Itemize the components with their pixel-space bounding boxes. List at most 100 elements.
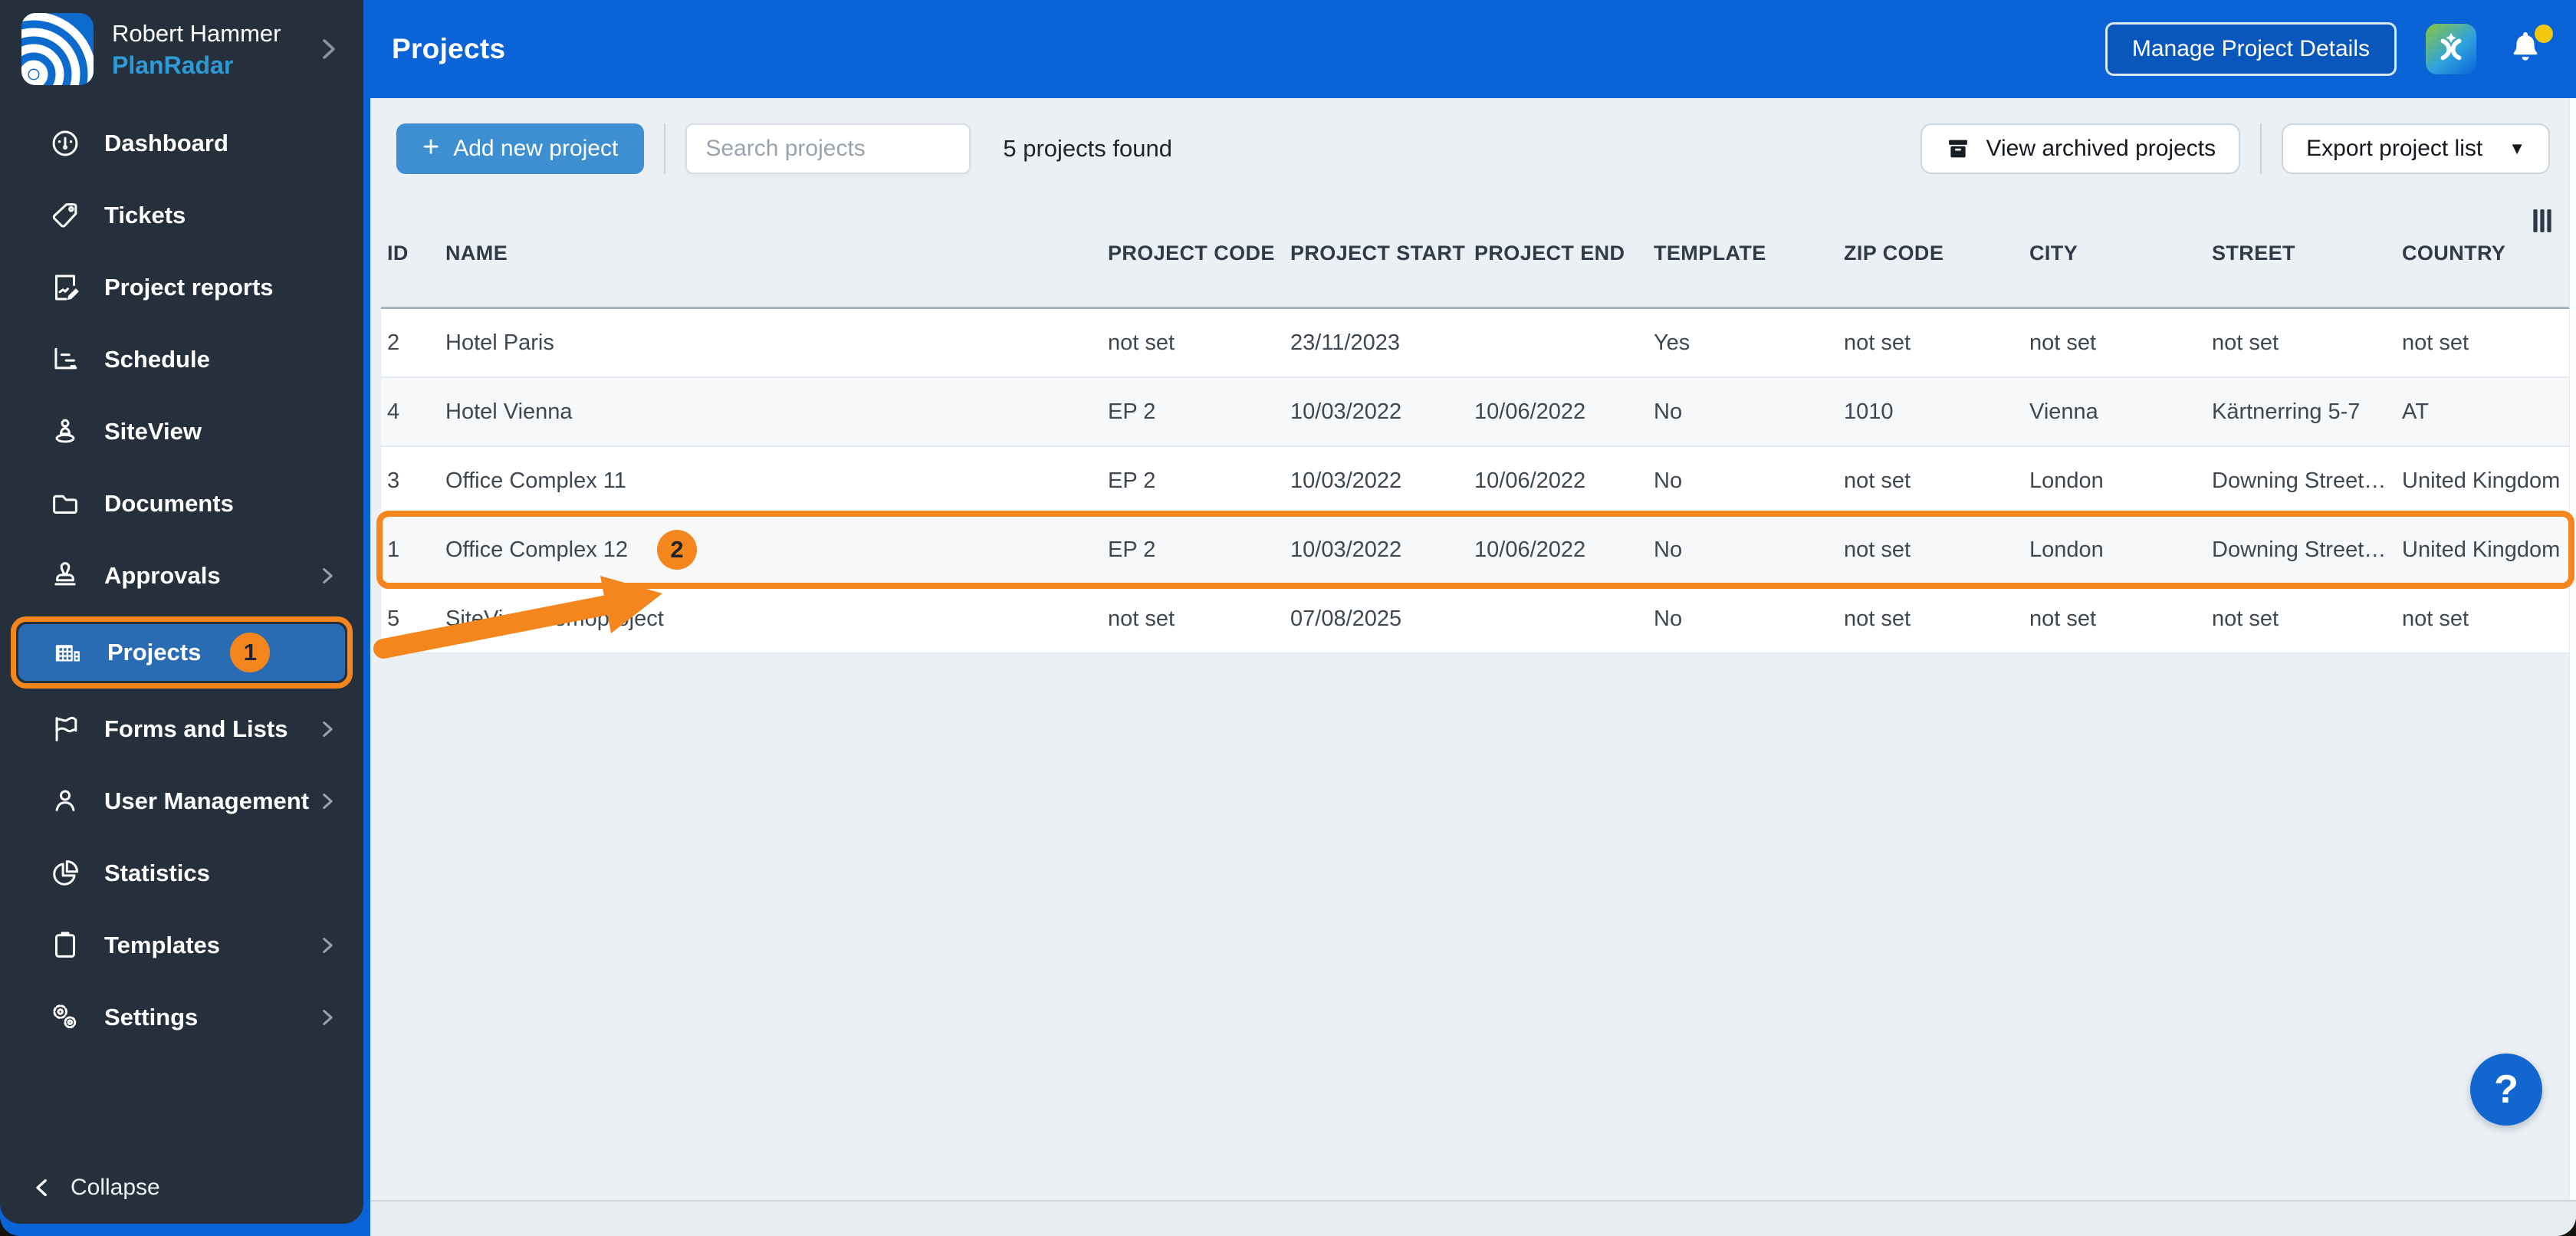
cell-project-start: 10/03/2022 [1290,468,1402,493]
sidebar-item-templates[interactable]: Templates [0,909,363,981]
sidebar-item-forms-and-lists[interactable]: Forms and Lists [0,693,363,765]
column-header-zip-code: ZIP CODE [1844,241,1944,265]
cell-street: Downing Street… [2212,537,2387,562]
cell-project-start: 10/03/2022 [1290,537,1402,562]
sidebar: Robert Hammer PlanRadar Dashboard Tickets… [0,0,363,1224]
sidebar-item-settings[interactable]: Settings [0,981,363,1054]
cell-project-code: EP 2 [1108,468,1156,493]
cell-name: Hotel Vienna [439,399,1102,425]
cell-country: not set [2402,606,2469,631]
projects-table: 2 Hotel Paris not set 23/11/2023 Yes not set n… [376,307,2574,654]
cell-template: No [1654,468,1683,493]
flag-icon [48,712,83,747]
cell-project-code: EP 2 [1108,399,1156,424]
column-header-project-end: PROJECT END [1474,241,1625,265]
plus-icon: + [422,131,440,163]
table-row[interactable]: 2 Hotel Paris not set 23/11/2023 Yes not set n… [381,309,2570,378]
help-button[interactable]: ? [2470,1054,2542,1126]
sidebar-item-label: Templates [104,932,221,958]
search-input[interactable] [685,123,971,174]
planradar-connect-icon[interactable] [2426,24,2476,74]
cell-street: Downing Street… [2212,468,2387,493]
cell-id: 2 [387,330,400,355]
sidebar-item-label: Approvals [104,562,221,589]
project-name: Office Complex 12 [445,537,629,562]
cell-project-start: 23/11/2023 [1290,330,1400,355]
account-switcher[interactable]: Robert Hammer PlanRadar [0,0,363,98]
table-row[interactable]: 5 SiteView Demoproject not set 07/08/2025 No… [381,585,2570,654]
add-new-project-button[interactable]: + Add new project [396,123,645,174]
cell-project-end: 10/06/2022 [1474,468,1586,493]
notifications-bell-icon[interactable] [2505,25,2553,71]
stamp-icon [48,558,83,593]
sidebar-item-siteview[interactable]: SiteView [0,396,363,468]
cell-zip-code: 1010 [1844,399,1894,424]
clipboard-icon [48,928,83,963]
cell-country: United Kingdom [2402,537,2561,562]
column-settings-icon[interactable] [2528,207,2556,235]
chevron-right-icon [314,1004,340,1031]
cell-id: 4 [387,399,400,424]
pie-icon [48,856,83,891]
footer-strip [370,1200,2576,1236]
schedule-icon [48,342,83,377]
sidebar-item-documents[interactable]: Documents [0,468,363,540]
account-name: PlanRadar [112,51,234,79]
chevron-right-icon [314,563,340,589]
content-area: + Add new project 5 projects found View … [370,98,2576,1236]
collapse-button[interactable]: Collapse [29,1175,160,1201]
notification-dot [2535,25,2553,43]
cell-city: London [2029,468,2104,493]
cell-name: Office Complex 11 [439,468,1102,494]
cell-city: Vienna [2029,399,2098,424]
tag-icon [48,198,83,233]
cell-template: Yes [1654,330,1691,355]
cell-template: No [1654,537,1683,562]
manage-project-details-button[interactable]: Manage Project Details [2104,22,2397,76]
archive-icon [1948,140,1967,158]
sidebar-item-project-reports[interactable]: Project reports [0,251,363,324]
cell-id: 1 [387,537,400,562]
column-header-street: STREET [2212,241,2295,265]
app-window: Robert Hammer PlanRadar Dashboard Tickets… [0,0,2576,1236]
sidebar-item-label: SiteView [104,418,202,445]
cell-street: Kärtnerring 5-7 [2212,399,2361,424]
cell-zip-code: not set [1844,606,1911,631]
results-count: 5 projects found [1003,135,1172,162]
project-name: Office Complex 11 [445,468,626,493]
sidebar-item-statistics[interactable]: Statistics [0,837,363,909]
gears-icon [48,1000,83,1035]
sidebar-item-user-management[interactable]: User Management [0,765,363,837]
step-badge: 2 [657,530,698,570]
export-project-list-button[interactable]: Export project list ▼ [2282,123,2550,174]
cell-template: No [1654,399,1683,424]
table-row[interactable]: 1 Office Complex 12 2 EP 2 10/03/2022 10/06/2… [376,511,2574,589]
chevron-right-icon [314,716,340,742]
caret-down-icon: ▼ [2509,139,2525,158]
cell-project-code: EP 2 [1108,537,1156,562]
cell-project-code: not set [1108,330,1175,355]
cell-project-code: not set [1108,606,1175,631]
sidebar-item-label: Project reports [104,274,274,301]
project-name: Hotel Paris [445,330,554,355]
cell-project-start: 10/03/2022 [1290,399,1402,424]
sidebar-item-label: Statistics [104,860,210,886]
sidebar-item-projects[interactable]: Projects 1 [18,624,345,681]
divider [2260,123,2262,174]
table-row[interactable]: 4 Hotel Vienna EP 2 10/03/2022 10/06/2022 No 1… [381,378,2570,447]
cell-project-start: 07/08/2025 [1290,606,1402,631]
user-icon [48,784,83,819]
column-header-name: NAME [445,241,508,265]
chevron-right-icon [323,39,335,59]
sidebar-item-label: Dashboard [104,130,228,156]
topbar: Projects Manage Project Details [370,0,2576,98]
sidebar-item-schedule[interactable]: Schedule [0,324,363,396]
table-row[interactable]: 3 Office Complex 11 EP 2 10/03/2022 10/06/20… [381,447,2570,516]
cell-city: not set [2029,330,2097,355]
view-archived-projects-button[interactable]: View archived projects [1920,123,2241,174]
vertical-scrollbar[interactable] [2569,98,2576,1236]
sidebar-item-dashboard[interactable]: Dashboard [0,107,363,179]
sidebar-item-tickets[interactable]: Tickets [0,179,363,251]
sidebar-item-approvals[interactable]: Approvals [0,540,363,612]
planradar-logo [21,13,94,85]
